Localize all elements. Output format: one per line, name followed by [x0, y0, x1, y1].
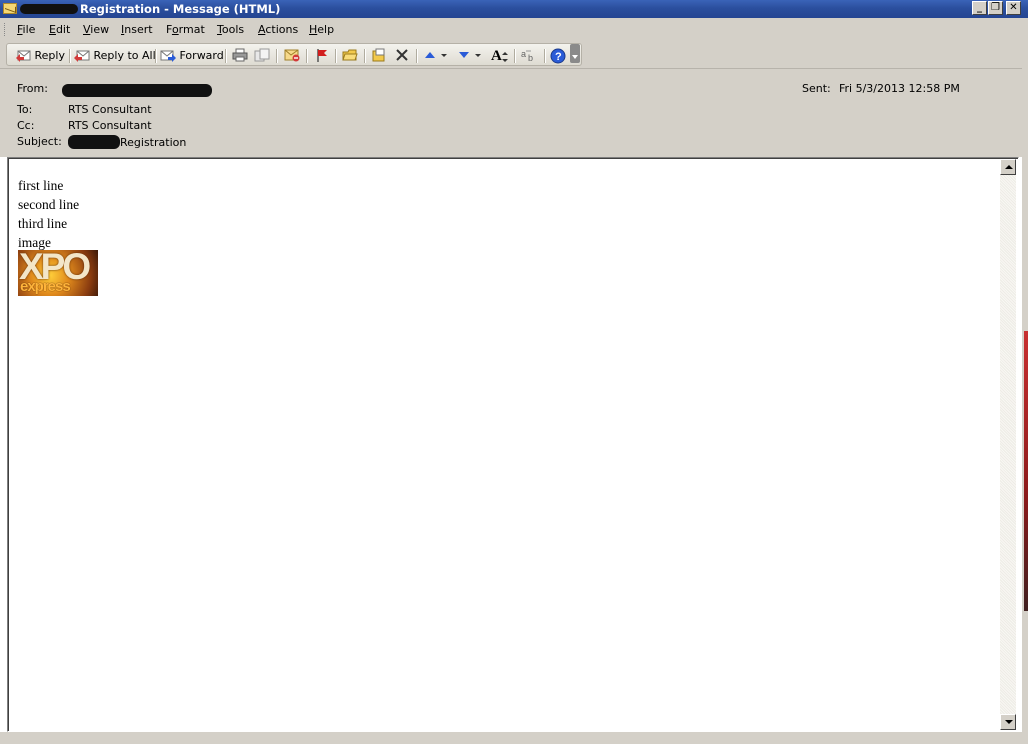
toolbar-separator: [225, 49, 227, 63]
envelope-block-icon: [284, 49, 300, 62]
next-item-button[interactable]: [457, 48, 483, 64]
font-size-button[interactable]: A: [491, 48, 508, 64]
from-label: From:: [17, 82, 48, 95]
sent-value: Fri 5/3/2013 12:58 PM: [839, 82, 960, 95]
minimize-button[interactable]: _: [972, 1, 987, 15]
message-header: From: Sent: Fri 5/3/2013 12:58 PM To: RT…: [0, 69, 1028, 157]
reply-label: Reply: [34, 49, 65, 62]
menu-tools[interactable]: Tools: [217, 23, 244, 36]
to-value[interactable]: RTS Consultant: [68, 103, 152, 116]
redacted-title-text: [20, 4, 78, 14]
address-book-button[interactable]: [342, 48, 358, 64]
toolbar-separator: [69, 49, 71, 63]
scroll-up-arrow[interactable]: [1000, 159, 1016, 175]
forward-icon: [160, 50, 176, 62]
font-size-icon: A: [491, 48, 502, 64]
open-folder-icon: [342, 49, 358, 61]
move-to-folder-button[interactable]: [254, 48, 270, 64]
menu-view[interactable]: View: [83, 23, 109, 36]
move-folder-icon: [372, 48, 385, 62]
up-arrow-icon: [425, 52, 447, 58]
toolbar-separator: [155, 49, 157, 63]
restore-button[interactable]: ❐: [988, 1, 1003, 15]
body-text: first line second line third line image: [18, 176, 79, 252]
toolbar-separator: [335, 49, 337, 63]
toolbar-separator: [364, 49, 366, 63]
menu-file-rest: ile: [22, 23, 36, 36]
vertical-scrollbar[interactable]: [1000, 159, 1016, 730]
copy-pages-icon: [254, 48, 270, 62]
delete-button[interactable]: [394, 48, 410, 64]
reply-all-icon: [74, 50, 90, 62]
printer-icon: [232, 48, 248, 62]
svg-text:?: ?: [555, 51, 562, 63]
subject-label: Subject:: [17, 135, 62, 148]
sent-label: Sent:: [802, 82, 831, 95]
delete-x-icon: [396, 49, 408, 61]
standard-toolbar: Reply Reply to All Forward A a b ?: [0, 41, 1028, 69]
junk-mail-button[interactable]: [284, 48, 300, 64]
print-button[interactable]: [232, 48, 248, 64]
redaction-scribble: [68, 135, 120, 149]
follow-up-flag-button[interactable]: [314, 48, 330, 64]
toolbar-separator: [276, 49, 278, 63]
svg-text:a: a: [521, 49, 526, 59]
menu-grip[interactable]: [4, 23, 8, 36]
menu-actions[interactable]: Actions: [258, 23, 298, 36]
subject-value: Registration: [68, 135, 186, 149]
help-icon: ?: [550, 48, 566, 64]
cc-label: Cc:: [17, 119, 35, 132]
window-title: Registration - Message (HTML): [20, 2, 280, 16]
toolbar-separator: [514, 49, 516, 63]
translate-icon: ab: [521, 49, 533, 62]
svg-text:b: b: [528, 53, 533, 62]
menu-edit[interactable]: Edit: [49, 23, 70, 36]
font-size-arrows-icon: [501, 52, 508, 62]
xpo-express-logo-image: XPO express: [18, 250, 98, 296]
body-line: third line: [18, 216, 68, 231]
body-line: second line: [18, 197, 80, 212]
redaction-scribble: [62, 83, 212, 97]
forward-button[interactable]: Forward: [160, 48, 224, 64]
menu-bar: File Edit View Insert Format Tools Actio…: [0, 18, 1028, 41]
toolbar-options-chevron[interactable]: [570, 44, 580, 63]
close-button[interactable]: ✕: [1006, 1, 1021, 15]
menu-help[interactable]: Help: [309, 23, 334, 36]
toolbar-separator: [306, 49, 308, 63]
toolbar-separator: [544, 49, 546, 63]
from-value-redacted[interactable]: [62, 83, 212, 97]
help-button[interactable]: ?: [550, 48, 566, 64]
to-label: To:: [17, 103, 33, 116]
logo-small-text: express: [20, 278, 71, 295]
flag-icon: [317, 49, 327, 62]
translate-button[interactable]: ab: [520, 48, 538, 64]
menu-format[interactable]: Format: [166, 23, 205, 36]
reply-icon: [16, 50, 31, 62]
window-bottom-border: [0, 732, 1028, 744]
reply-button[interactable]: Reply: [15, 48, 65, 64]
scroll-down-arrow[interactable]: [1000, 714, 1016, 730]
menu-file[interactable]: File: [17, 23, 35, 36]
reply-all-button[interactable]: Reply to All: [74, 48, 156, 64]
cc-value[interactable]: RTS Consultant: [68, 119, 152, 132]
message-icon: [3, 3, 17, 14]
message-body[interactable]: first line second line third line image …: [7, 157, 1019, 732]
title-bar: Registration - Message (HTML) _ ❐ ✕: [0, 0, 1028, 18]
menu-insert[interactable]: Insert: [121, 23, 153, 36]
toolbar-separator: [416, 49, 418, 63]
forward-label: Forward: [179, 49, 224, 62]
move-button[interactable]: [371, 48, 387, 64]
down-arrow-icon: [459, 52, 481, 58]
desktop-edge: [1022, 41, 1028, 732]
toolbar-band: Reply Reply to All Forward A a b ?: [6, 43, 582, 66]
reply-all-label: Reply to All: [93, 49, 156, 62]
body-line: first line: [18, 178, 64, 193]
subject-text: Registration: [120, 136, 187, 149]
previous-item-button[interactable]: [423, 48, 449, 64]
